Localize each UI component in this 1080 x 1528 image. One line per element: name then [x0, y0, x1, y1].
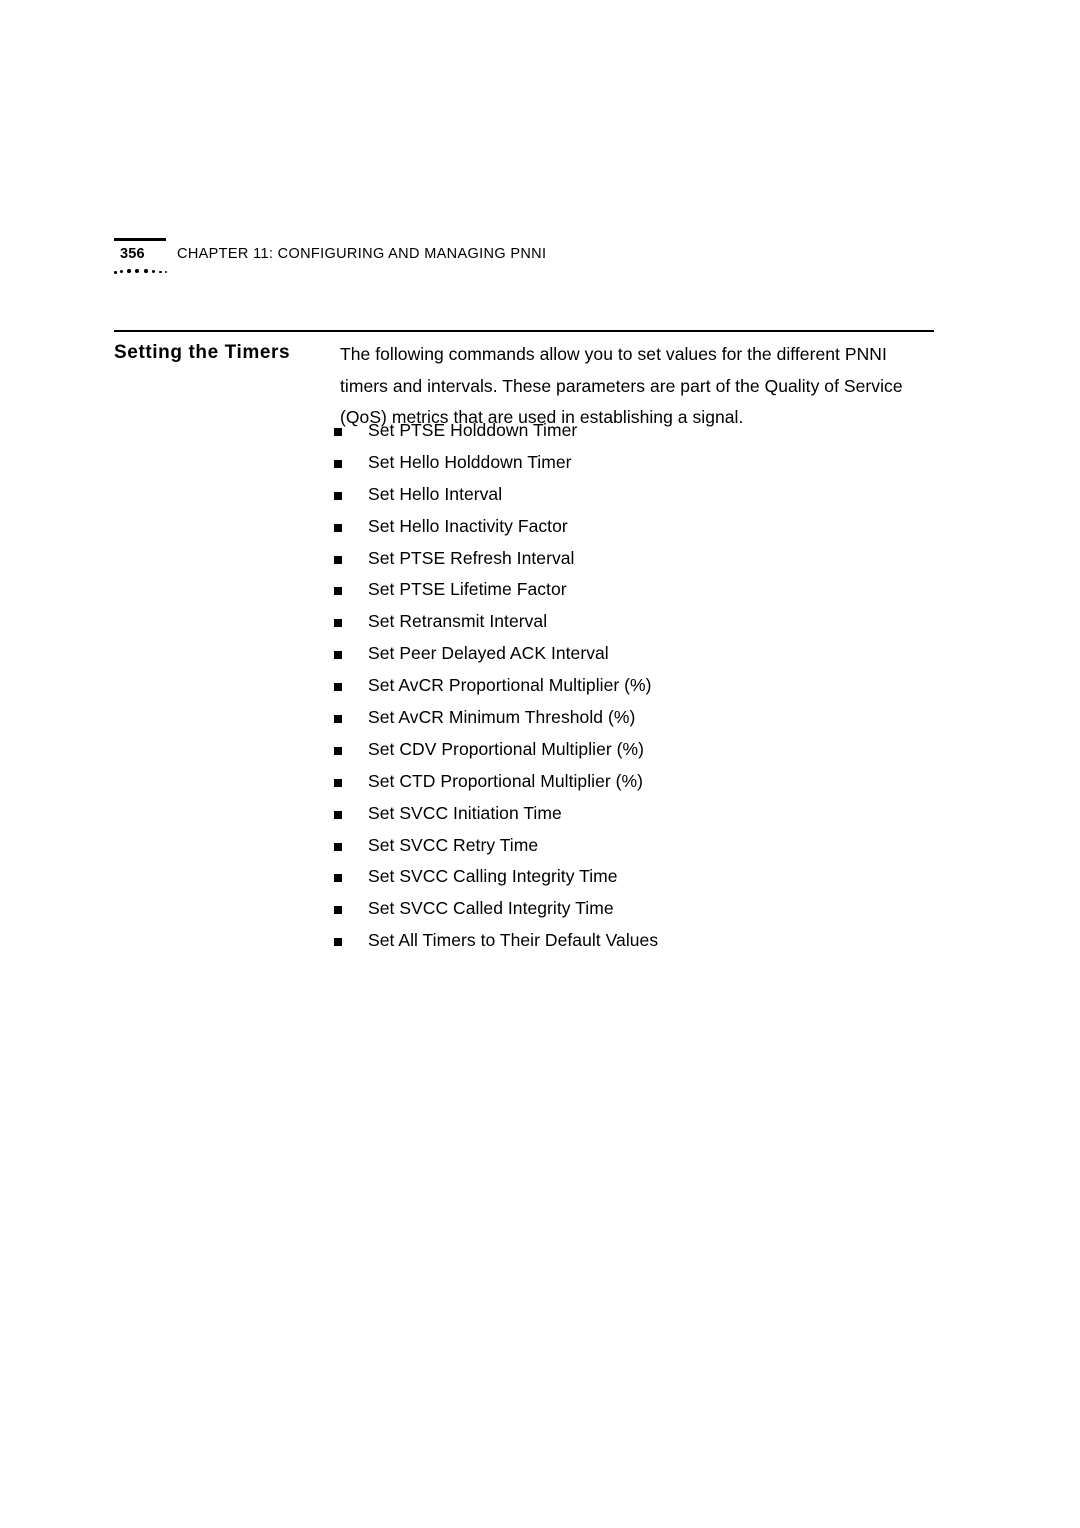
list-item: Set SVCC Retry Time [334, 830, 934, 862]
list-item: Set Hello Interval [334, 479, 934, 511]
list-item: Set Peer Delayed ACK Interval [334, 638, 934, 670]
header-rule [114, 238, 166, 241]
chapter-running-head: CHAPTER 11: CONFIGURING AND MANAGING PNN… [177, 246, 547, 262]
list-item: Set PTSE Lifetime Factor [334, 574, 934, 606]
header-divider [114, 330, 934, 332]
section-heading: Setting the Timers [114, 342, 291, 363]
list-item: Set AvCR Minimum Threshold (%) [334, 702, 934, 734]
list-item: Set Hello Holddown Timer [334, 447, 934, 479]
document-page: 356 CHAPTER 11: CONFIGURING AND MANAGING… [0, 0, 1080, 1528]
list-item: Set Retransmit Interval [334, 606, 934, 638]
timer-command-list: Set PTSE Holddown Timer Set Hello Holddo… [334, 415, 934, 957]
list-item: Set AvCR Proportional Multiplier (%) [334, 670, 934, 702]
list-item: Set All Timers to Their Default Values [334, 925, 934, 957]
decorative-dots [114, 266, 174, 280]
list-item: Set CDV Proportional Multiplier (%) [334, 734, 934, 766]
list-item: Set SVCC Initiation Time [334, 798, 934, 830]
page-number: 356 [120, 246, 145, 262]
list-item: Set SVCC Called Integrity Time [334, 893, 934, 925]
list-item: Set PTSE Refresh Interval [334, 543, 934, 575]
list-item: Set PTSE Holddown Timer [334, 415, 934, 447]
list-item: Set CTD Proportional Multiplier (%) [334, 766, 934, 798]
list-item: Set Hello Inactivity Factor [334, 511, 934, 543]
list-item: Set SVCC Calling Integrity Time [334, 861, 934, 893]
page-header: 356 CHAPTER 11: CONFIGURING AND MANAGING… [114, 238, 934, 298]
